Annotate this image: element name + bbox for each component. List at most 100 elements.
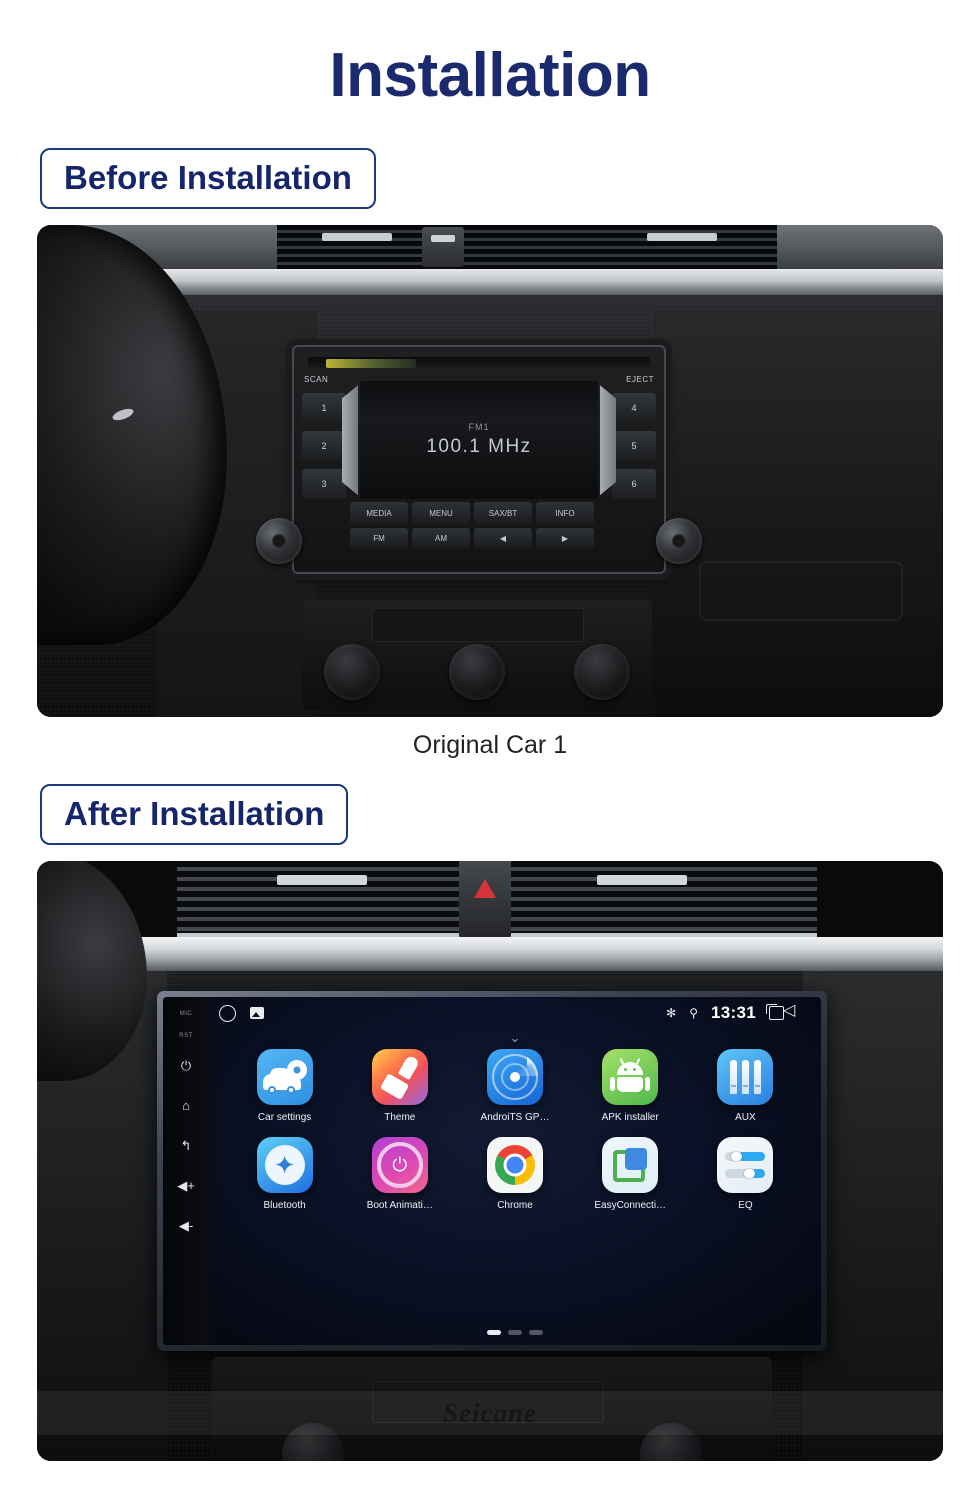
vent-slat-right [647, 233, 717, 242]
app-eq[interactable]: EQ [688, 1137, 803, 1211]
radio-button-media[interactable]: MEDIA [350, 502, 408, 525]
radio-button-info[interactable]: INFO [536, 502, 594, 525]
app-car-settings[interactable]: Car settings [227, 1049, 342, 1123]
radar-art [491, 1054, 538, 1101]
power-ring-icon: ⏻ [371, 1137, 428, 1194]
bluetooth-icon: ✦ [256, 1137, 313, 1194]
mic-label: MIC [179, 1011, 193, 1018]
aux-jack-icon [717, 1049, 774, 1106]
radio-button-menu[interactable]: MENU [412, 502, 470, 525]
assistant-circle-icon[interactable] [219, 1004, 236, 1022]
gear-icon [286, 1060, 307, 1081]
recent-apps-icon[interactable] [766, 1004, 784, 1021]
app-bluetooth[interactable]: ✦ Bluetooth [227, 1137, 342, 1211]
status-bar-clock: 13:31 [711, 1003, 756, 1023]
radio-tune-knob[interactable] [656, 518, 702, 565]
app-chrome[interactable]: Chrome [457, 1137, 572, 1211]
power-ring: ⏻ [376, 1142, 423, 1189]
before-installation-photo: SCAN EJECT 1 2 3 4 5 6 FM1 100.1 MHz MED… [37, 225, 943, 718]
volume-down-icon[interactable]: ◀- [176, 1215, 196, 1235]
app-label: Bluetooth [263, 1200, 306, 1212]
steering-wheel-highlight [111, 406, 135, 423]
hazard-triangle-icon [474, 879, 496, 899]
radio-band-label: FM1 [468, 422, 490, 433]
climate-temp-knob[interactable] [449, 644, 505, 701]
app-theme[interactable]: Theme [342, 1049, 457, 1123]
vent2-slat-left [277, 875, 367, 886]
android-art [610, 1058, 651, 1093]
glovebox-panel [653, 311, 943, 718]
before-installation-caption: Original Car 1 [412, 731, 568, 760]
nav-back-icon[interactable] [783, 1003, 809, 1021]
easyconnect-art [613, 1148, 648, 1183]
radio-eject-label: EJECT [626, 375, 654, 385]
volume-up-icon[interactable]: ◀+ [176, 1175, 196, 1195]
radio-button-saxbt[interactable]: SAX/BT [474, 502, 532, 525]
after-installation-photo: MIC RST ⏻ ⌂ ↰ ◀+ ◀- ✻ ⚲ 13:31 ◁ ⌄ Car se… [37, 861, 943, 1462]
power-icon[interactable]: ⏻ [176, 1055, 196, 1075]
radio-button-fm[interactable]: FM [350, 528, 408, 549]
climate-fan-knob[interactable] [324, 644, 380, 701]
app-label: AndroiTS GP… [480, 1112, 550, 1124]
chevron-down-icon[interactable]: ⌄ [510, 1031, 521, 1044]
app-apk-installer[interactable]: APK installer [573, 1049, 688, 1123]
radio-preset-3[interactable]: 3 [302, 469, 346, 500]
app-grid: Car settings Theme AndroiTS GP… APK inst… [209, 1049, 821, 1211]
app-easyconnection[interactable]: EasyConnecti… [573, 1137, 688, 1211]
climate-mode-knob[interactable] [574, 644, 630, 701]
brush-handle-shape [397, 1054, 420, 1081]
radio-preset-4[interactable]: 4 [612, 393, 656, 424]
radio-preset-1[interactable]: 1 [302, 393, 346, 424]
car-wheel-front [267, 1086, 276, 1095]
radio-button-next[interactable]: ▶ [536, 528, 594, 549]
brush-art [378, 1054, 422, 1101]
app-boot-animation[interactable]: ⏻ Boot Animati… [342, 1137, 457, 1211]
chrome-icon [486, 1137, 543, 1194]
page-dot-1[interactable] [487, 1330, 501, 1336]
radio-button-am[interactable]: AM [412, 528, 470, 549]
radio-preset-6[interactable]: 6 [612, 469, 656, 500]
dashboard2-chrome-trim [37, 937, 943, 972]
aux-jack-1 [729, 1060, 737, 1095]
radio-button-prev[interactable]: ◀ [474, 528, 532, 549]
eq-fill-top [738, 1152, 766, 1162]
equalizer-art [725, 1150, 766, 1180]
android-head [617, 1062, 644, 1076]
bluetooth-glyph: ✦ [273, 1150, 296, 1181]
status-bar: ✻ ⚲ 13:31 [209, 997, 821, 1029]
original-car-radio: SCAN EJECT 1 2 3 4 5 6 FM1 100.1 MHz MED… [256, 345, 702, 575]
app-label: Chrome [497, 1200, 533, 1212]
radio-preset-5[interactable]: 5 [612, 431, 656, 462]
climate-display [372, 608, 584, 643]
cd-slot [308, 357, 650, 372]
app-androits-gps[interactable]: AndroiTS GP… [457, 1049, 572, 1123]
reset-label: RST [179, 1033, 193, 1040]
power-glyph: ⏻ [392, 1154, 408, 1176]
android-arm-right [645, 1077, 651, 1092]
radio-bezel-left [342, 385, 358, 496]
page-dot-3[interactable] [529, 1330, 543, 1336]
app-label: APK installer [601, 1112, 659, 1124]
page-title: Installation [329, 41, 651, 110]
watermark: Seicane [37, 1391, 943, 1436]
cd-slot-led [326, 359, 416, 369]
android-robot-icon [602, 1049, 659, 1106]
hazard-light-button[interactable] [459, 861, 511, 940]
app-label: EQ [738, 1200, 753, 1212]
after-installation-chip-wrap: After Installation [0, 784, 980, 846]
before-installation-chip: Before Installation [40, 148, 376, 210]
head-unit-screen[interactable]: MIC RST ⏻ ⌂ ↰ ◀+ ◀- ✻ ⚲ 13:31 ◁ ⌄ Car se… [163, 997, 821, 1346]
radio-preset-2[interactable]: 2 [302, 431, 346, 462]
vent-tab [422, 227, 464, 268]
screenshot-icon[interactable] [250, 1007, 264, 1020]
back-icon[interactable]: ↰ [176, 1135, 196, 1155]
car-wheel-rear [286, 1086, 295, 1095]
radio-power-knob[interactable] [256, 518, 302, 565]
app-aux[interactable]: AUX [688, 1049, 803, 1123]
status-bar-right: ✻ ⚲ 13:31 [666, 1003, 809, 1023]
app-label: Boot Animati… [366, 1200, 433, 1212]
equalizer-icon [717, 1137, 774, 1194]
theme-brush-icon [371, 1049, 428, 1106]
page-dot-2[interactable] [508, 1330, 522, 1336]
home-icon[interactable]: ⌂ [176, 1095, 196, 1115]
